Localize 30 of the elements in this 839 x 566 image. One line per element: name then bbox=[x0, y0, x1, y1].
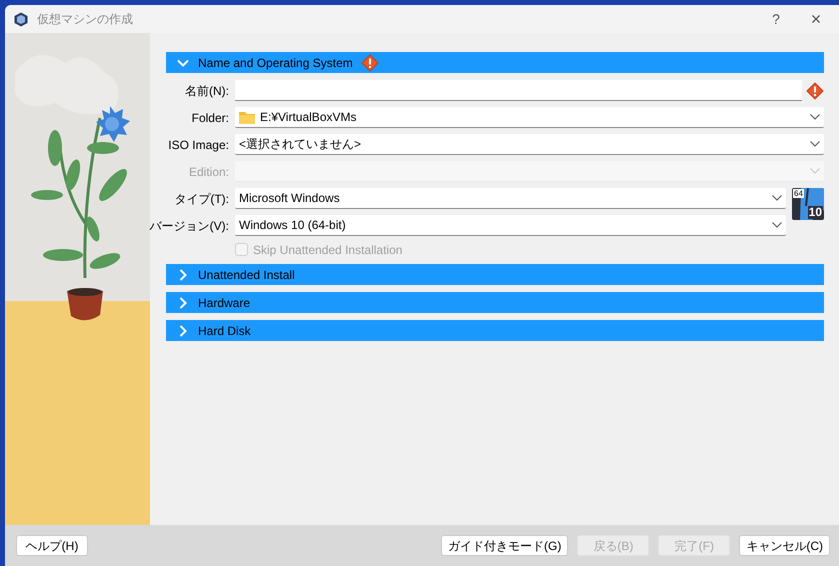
caret-icon bbox=[772, 195, 782, 201]
field-label: Folder: bbox=[192, 110, 229, 126]
dropdown[interactable]: Microsoft Windows bbox=[235, 188, 786, 209]
windows-os-icon: 64 10 bbox=[792, 188, 824, 220]
caret-icon bbox=[772, 222, 782, 228]
caret-icon bbox=[810, 114, 820, 120]
dialog-button[interactable]: ガイド付きモード(G) bbox=[441, 535, 568, 556]
cube-icon bbox=[14, 12, 28, 26]
section-header[interactable]: Unattended Install bbox=[166, 264, 824, 285]
field-label: バージョン(V): bbox=[150, 218, 229, 234]
dropdown[interactable]: Windows 10 (64-bit) bbox=[235, 215, 786, 236]
section-header[interactable]: Hard Disk bbox=[166, 320, 824, 341]
field-label: タイプ(T): bbox=[174, 190, 229, 206]
field-label: ISO Image: bbox=[168, 136, 229, 152]
caret-icon bbox=[810, 141, 820, 147]
field-label: Edition: bbox=[188, 164, 229, 180]
close-button[interactable]: × bbox=[793, 6, 839, 32]
section-header[interactable]: Hardware bbox=[166, 292, 824, 313]
folder-dropdown[interactable]: E:¥VirtualBoxVMs bbox=[235, 107, 824, 128]
section-header[interactable]: Name and Operating System bbox=[166, 52, 824, 73]
dropdown[interactable]: <選択されていません> bbox=[235, 134, 824, 155]
help-button[interactable]: ? bbox=[759, 8, 793, 30]
checkbox-label: Skip Unattended Installation bbox=[253, 242, 402, 258]
folder-icon bbox=[239, 110, 255, 124]
dialog-button[interactable]: キャンセル(C) bbox=[739, 535, 830, 556]
dialog-button[interactable]: ヘルプ(H) bbox=[16, 535, 88, 556]
name-field[interactable] bbox=[235, 80, 802, 101]
caret-icon bbox=[810, 168, 820, 174]
field-label: 名前(N): bbox=[185, 82, 229, 98]
window-title: 仮想マシンの作成 bbox=[37, 11, 133, 28]
